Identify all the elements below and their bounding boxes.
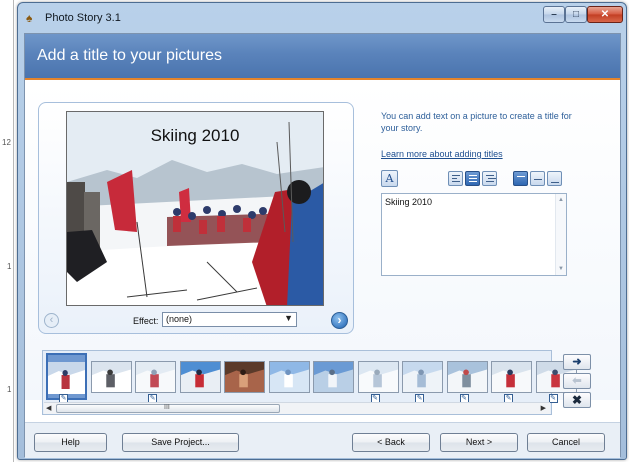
maximize-button[interactable]: □ xyxy=(565,6,587,23)
back-button[interactable]: < Back xyxy=(352,433,430,452)
move-right-button[interactable]: ➜ xyxy=(563,354,591,370)
next-button[interactable]: Next > xyxy=(440,433,518,452)
background-document-edge xyxy=(13,0,14,462)
scroll-down-icon[interactable]: ▼ xyxy=(556,266,566,272)
photo-preview: Skiing 2010 xyxy=(66,111,324,306)
filmstrip-scrollbar[interactable]: ◀ III ▶ xyxy=(44,402,550,414)
instruction-text: You can add text on a picture to create … xyxy=(381,111,572,133)
background-ruler-mark: 1 xyxy=(7,262,12,271)
picture-title-overlay: Skiing 2010 xyxy=(150,126,240,145)
filmstrip-thumbnail[interactable] xyxy=(224,361,265,393)
background-ruler-mark: 12 xyxy=(2,138,11,147)
filmstrip-thumbnail[interactable] xyxy=(402,361,443,393)
scrollbar-thumb[interactable]: III xyxy=(56,404,280,413)
scroll-left-icon[interactable]: ◀ xyxy=(46,404,51,412)
title-text-input[interactable]: Skiing 2010 ▲ ▼ xyxy=(381,193,567,276)
filmstrip-thumbnail[interactable] xyxy=(357,361,399,393)
wizard-header: Add a title to your pictures xyxy=(25,34,620,80)
title-bar[interactable]: ♠ Photo Story 3.1 – □ ✕ xyxy=(18,3,626,33)
font-icon[interactable]: A xyxy=(381,170,398,187)
scroll-up-icon[interactable]: ▲ xyxy=(556,197,566,203)
cancel-button[interactable]: Cancel xyxy=(527,433,605,452)
effect-dropdown[interactable]: (none) ▼ xyxy=(162,312,297,327)
position-bottom-icon[interactable] xyxy=(547,171,562,186)
learn-more-link[interactable]: Learn more about adding titles xyxy=(381,149,503,159)
preview-panel: Skiing 2010 ‹ Effect: (none) ▼ › xyxy=(38,102,354,334)
position-middle-icon[interactable] xyxy=(530,171,545,186)
delete-picture-button[interactable]: ✖ xyxy=(563,392,591,408)
filmstrip-thumbnail[interactable] xyxy=(446,361,488,393)
effect-selected-value: (none) xyxy=(166,314,193,324)
photo-story-app-icon: ♠ xyxy=(26,11,33,25)
align-right-icon[interactable] xyxy=(482,171,497,186)
text-format-toolbar: A xyxy=(381,170,571,189)
filmstrip-thumbnail[interactable] xyxy=(268,361,310,393)
wizard-button-bar: Help Save Project... < Back Next > Cance… xyxy=(25,422,620,458)
effect-label: Effect: xyxy=(133,316,159,326)
move-left-button[interactable]: ⬅ xyxy=(563,373,591,389)
wizard-client-area: Add a title to your pictures Skiing 2010… xyxy=(24,33,621,458)
previous-picture-button[interactable]: ‹ xyxy=(44,313,59,328)
scrollbar-grip: III xyxy=(164,404,170,411)
wizard-content: Skiing 2010 ‹ Effect: (none) ▼ › You can… xyxy=(25,82,620,415)
photo-story-window: ♠ Photo Story 3.1 – □ ✕ Add a title to y… xyxy=(17,2,627,460)
minimize-button[interactable]: – xyxy=(543,6,565,23)
align-center-icon[interactable] xyxy=(465,171,480,186)
help-button[interactable]: Help xyxy=(34,433,107,452)
align-left-icon[interactable] xyxy=(448,171,463,186)
filmstrip-thumbnail[interactable] xyxy=(90,361,132,393)
position-top-icon[interactable] xyxy=(513,171,528,186)
background-ruler-mark: 1 xyxy=(7,385,12,394)
filmstrip-thumbnail[interactable] xyxy=(491,361,532,393)
window-title: Photo Story 3.1 xyxy=(45,12,121,24)
filmstrip: ✎ ✎ ✎ ✎ ✎ ✎ ✎ ◀ III ▶ xyxy=(42,350,577,415)
scroll-right-icon[interactable]: ▶ xyxy=(541,404,546,412)
screenshot-stage: 12 1 1 ♠ Photo Story 3.1 – □ ✕ Add a tit… xyxy=(0,0,629,462)
filmstrip-thumbnail[interactable] xyxy=(179,361,221,393)
filmstrip-thumbnail[interactable] xyxy=(135,361,176,393)
next-picture-button[interactable]: › xyxy=(331,312,348,329)
chevron-down-icon: ▼ xyxy=(284,313,293,323)
save-project-button[interactable]: Save Project... xyxy=(122,433,239,452)
page-title: Add a title to your pictures xyxy=(37,47,222,64)
close-button[interactable]: ✕ xyxy=(587,6,623,23)
title-text-value: Skiing 2010 xyxy=(385,197,433,207)
filmstrip-thumbnail[interactable] xyxy=(46,353,87,400)
text-scrollbar[interactable]: ▲ ▼ xyxy=(555,194,566,275)
filmstrip-thumbnail[interactable] xyxy=(313,361,354,393)
